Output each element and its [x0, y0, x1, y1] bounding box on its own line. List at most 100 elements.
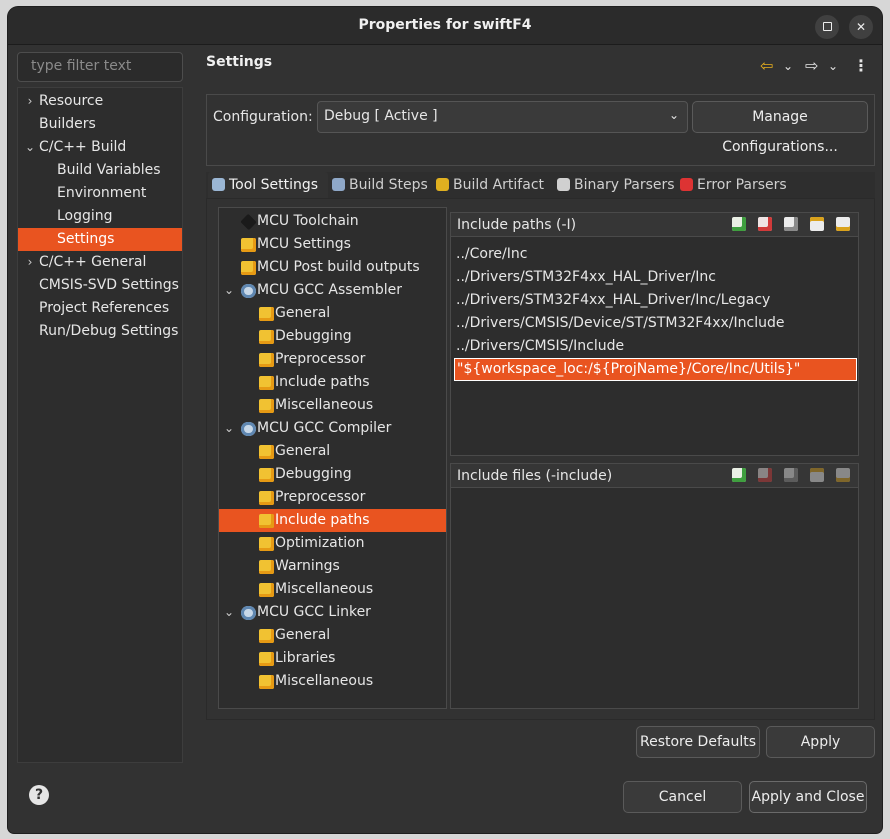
include-files-title: Include files (-include) — [457, 468, 613, 484]
tool-tree-label: Include paths — [275, 374, 370, 390]
tool-tree-item[interactable]: Debugging — [219, 463, 446, 486]
restore-defaults-button[interactable]: Restore Defaults — [636, 726, 760, 758]
nav-item-c-c-build[interactable]: ⌄ C/C++ Build — [18, 136, 182, 159]
move-down-file-icon[interactable] — [836, 468, 850, 482]
chevron-down-icon[interactable]: ⌄ — [223, 279, 235, 302]
properties-dialog: Properties for swiftF4 ✕ type filter tex… — [8, 7, 882, 833]
tool-tree-item[interactable]: Miscellaneous — [219, 578, 446, 601]
chevron-down-icon[interactable]: ⌄ — [24, 136, 36, 159]
nav-item-label: Settings — [57, 231, 115, 247]
tool-tree-item[interactable]: Include paths — [219, 371, 446, 394]
include-path-row[interactable]: ../Drivers/CMSIS/Device/ST/STM32F4xx/Inc… — [454, 312, 857, 335]
view-menu-icon[interactable]: ⋮ — [853, 56, 869, 75]
nav-item-label: Builders — [39, 116, 96, 132]
nav-item-label: Build Variables — [57, 162, 161, 178]
settings-page-icon — [259, 468, 274, 482]
tool-tree-item[interactable]: MCU Toolchain — [219, 210, 446, 233]
tool-tree-item[interactable]: MCU Post build outputs — [219, 256, 446, 279]
tab-error-parsers[interactable]: Error Parsers — [676, 172, 796, 198]
tool-tree-item[interactable]: Include paths — [219, 509, 446, 532]
add-file-icon[interactable] — [732, 468, 746, 482]
nav-item-resource[interactable]: › Resource — [18, 90, 182, 113]
configuration-select[interactable]: Debug [ Active ] ⌄ — [317, 101, 688, 133]
nav-item-settings[interactable]: Settings — [18, 228, 182, 251]
tab-binary-parsers[interactable]: Binary Parsers — [553, 172, 676, 198]
move-down-icon[interactable] — [836, 217, 850, 231]
tool-tree-item[interactable]: Preprocessor — [219, 486, 446, 509]
cancel-button[interactable]: Cancel — [623, 781, 742, 813]
tool-tree-label: General — [275, 627, 331, 643]
delete-file-icon[interactable] — [758, 468, 772, 482]
tool-tree-item[interactable]: Miscellaneous — [219, 670, 446, 693]
settings-page-icon — [259, 353, 274, 367]
apply-button[interactable]: Apply — [766, 726, 875, 758]
tool-tree-label: Miscellaneous — [275, 581, 374, 597]
tool-tree-item[interactable]: General — [219, 302, 446, 325]
apply-and-close-button[interactable]: Apply and Close — [749, 781, 867, 813]
tool-tree-label: MCU GCC Linker — [257, 604, 371, 620]
nav-item-cmsis-svd-settings[interactable]: CMSIS-SVD Settings — [18, 274, 182, 297]
forward-arrow-icon[interactable]: ⇨ — [805, 56, 818, 75]
include-path-row[interactable]: ../Drivers/CMSIS/Include — [454, 335, 857, 358]
tool-tree-item[interactable]: ⌄ MCU GCC Assembler — [219, 279, 446, 302]
nav-item-logging[interactable]: Logging — [18, 205, 182, 228]
include-path-row[interactable]: ../Drivers/STM32F4xx_HAL_Driver/Inc/Lega… — [454, 289, 857, 312]
nav-item-project-references[interactable]: Project References — [18, 297, 182, 320]
tab-build-artifact[interactable]: Build Artifact — [432, 172, 553, 198]
nav-item-builders[interactable]: Builders — [18, 113, 182, 136]
include-files-panel: Include files (-include) — [450, 463, 859, 709]
tool-tree-item[interactable]: General — [219, 440, 446, 463]
tool-tree-item[interactable]: ⌄ MCU GCC Linker — [219, 601, 446, 624]
nav-item-run-debug-settings[interactable]: Run/Debug Settings — [18, 320, 182, 343]
tool-tree-label: MCU GCC Compiler — [257, 420, 392, 436]
nav-item-label: Logging — [57, 208, 113, 224]
tool-tree-item[interactable]: General — [219, 624, 446, 647]
settings-page-icon — [259, 307, 274, 321]
include-path-row[interactable]: ../Core/Inc — [454, 243, 857, 266]
back-arrow-icon[interactable]: ⇦ — [760, 56, 773, 75]
nav-item-environment[interactable]: Environment — [18, 182, 182, 205]
delete-path-icon[interactable] — [758, 217, 772, 231]
edit-path-icon[interactable] — [784, 217, 798, 231]
maximize-button[interactable] — [815, 15, 839, 39]
tool-tree-item[interactable]: Optimization — [219, 532, 446, 555]
include-paths-toolbar — [720, 217, 850, 233]
back-menu-chevron-icon[interactable]: ⌄ — [783, 59, 793, 73]
page-title: Settings — [206, 54, 273, 70]
nav-item-c-c-general[interactable]: › C/C++ General — [18, 251, 182, 274]
chevron-down-icon[interactable]: ⌄ — [223, 601, 235, 624]
tool-tree-item[interactable]: Debugging — [219, 325, 446, 348]
forward-menu-chevron-icon[interactable]: ⌄ — [828, 59, 838, 73]
add-path-icon[interactable] — [732, 217, 746, 231]
help-icon[interactable]: ? — [29, 785, 49, 805]
chevron-down-icon[interactable]: ⌄ — [223, 417, 235, 440]
filter-input[interactable]: type filter text — [17, 52, 183, 82]
chevron-right-icon[interactable]: › — [24, 251, 36, 274]
tool-tree-item[interactable]: Warnings — [219, 555, 446, 578]
tab-label: Tool Settings — [229, 177, 319, 193]
settings-page-icon — [259, 583, 274, 597]
tab-build-steps[interactable]: Build Steps — [328, 172, 432, 198]
include-path-row[interactable]: ../Drivers/STM32F4xx_HAL_Driver/Inc — [454, 266, 857, 289]
tool-tree-item[interactable]: MCU Settings — [219, 233, 446, 256]
tool-tree-item[interactable]: Libraries — [219, 647, 446, 670]
window-title: Properties for swiftF4 — [358, 17, 532, 33]
manage-configurations-button[interactable]: Manage Configurations... — [692, 101, 868, 155]
chevron-right-icon[interactable]: › — [24, 90, 36, 113]
nav-item-build-variables[interactable]: Build Variables — [18, 159, 182, 182]
tab-tool-settings[interactable]: Tool Settings — [208, 172, 328, 198]
tool-tree-item[interactable]: Miscellaneous — [219, 394, 446, 417]
tool-tree-label: MCU Toolchain — [257, 213, 359, 229]
nav-item-label: Environment — [57, 185, 147, 201]
tool-tree-label: Libraries — [275, 650, 336, 666]
tool-tree: MCU Toolchain MCU Settings MCU Post build … — [218, 207, 447, 709]
close-button[interactable]: ✕ — [849, 15, 873, 39]
settings-page-icon — [259, 491, 274, 505]
properties-nav-tree: › Resource Builders ⌄ C/C++ Build Build Varia… — [17, 87, 183, 763]
include-path-row[interactable]: "${workspace_loc:/${ProjName}/Core/Inc/U… — [454, 358, 857, 381]
move-up-file-icon[interactable] — [810, 468, 824, 482]
edit-file-icon[interactable] — [784, 468, 798, 482]
tool-tree-item[interactable]: Preprocessor — [219, 348, 446, 371]
tool-tree-item[interactable]: ⌄ MCU GCC Compiler — [219, 417, 446, 440]
move-up-icon[interactable] — [810, 217, 824, 231]
